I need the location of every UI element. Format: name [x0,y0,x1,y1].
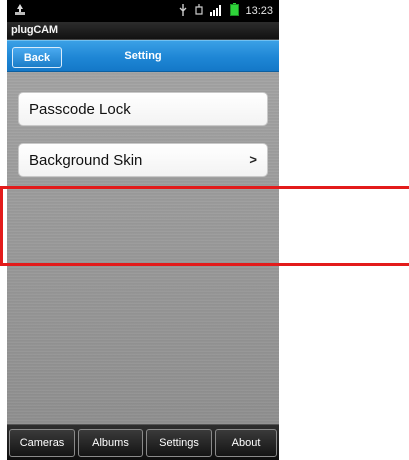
highlight-line-top [0,186,409,189]
recycle-icon [13,3,27,17]
highlight-line-left [0,186,3,266]
usb-icon [178,3,188,19]
chevron-right-icon: > [249,152,257,167]
tab-settings[interactable]: Settings [146,429,212,457]
status-icons: 13:23 [178,3,273,19]
settings-content: Passcode Lock Background Skin > [7,72,279,424]
passcode-lock-label: Passcode Lock [29,100,131,118]
phone-screen: 13:23 plugCAM Back Setting Passcode Lock… [7,0,279,460]
highlight-line-bottom [0,263,409,266]
tab-about[interactable]: About [215,429,277,457]
status-time: 13:23 [245,5,273,17]
status-bar: 13:23 [7,0,279,22]
app-title: plugCAM [11,24,58,36]
alarm-icon [194,3,204,19]
signal-icon [210,4,224,19]
background-skin-item[interactable]: Background Skin > [18,143,268,177]
passcode-lock-item[interactable]: Passcode Lock [18,92,268,126]
bottom-tab-bar: Cameras Albums Settings About [7,424,279,460]
battery-icon [230,3,240,19]
tab-cameras[interactable]: Cameras [9,429,75,457]
tab-albums[interactable]: Albums [78,429,143,457]
nav-bar: Back Setting [7,40,279,72]
back-button[interactable]: Back [12,47,62,68]
background-skin-label: Background Skin [29,151,143,169]
app-title-bar: plugCAM [7,22,279,40]
